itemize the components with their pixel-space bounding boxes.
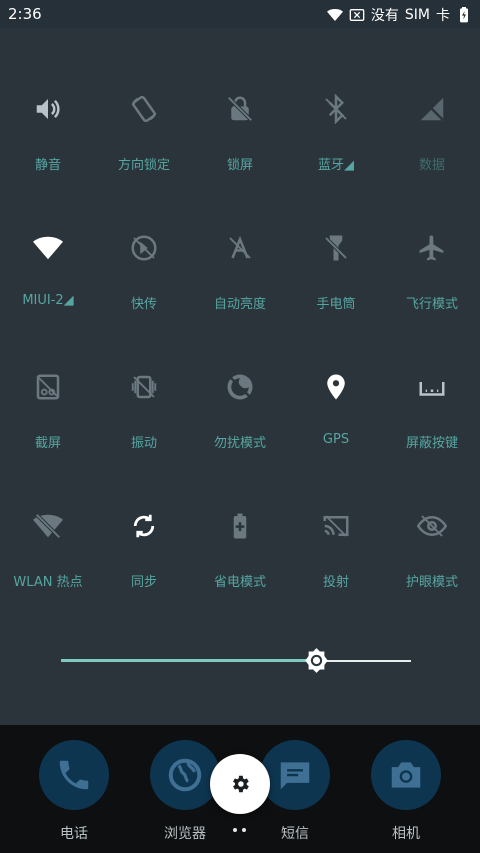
vibrate-icon bbox=[131, 375, 157, 399]
status-right: 没有 SIM 卡 bbox=[326, 5, 472, 25]
wifi-icon bbox=[33, 236, 63, 260]
tile-label: 勿扰模式 bbox=[213, 436, 266, 451]
tile-flashlight[interactable]: 手电筒 bbox=[288, 233, 384, 353]
battery-charging-icon bbox=[460, 7, 468, 23]
tile-quick-transfer[interactable]: 快传 bbox=[96, 233, 192, 353]
tile-label: 飞行模式 bbox=[405, 297, 458, 312]
tile-label: 振动 bbox=[130, 436, 157, 451]
tile-label: 快传 bbox=[130, 297, 157, 312]
volume-icon bbox=[36, 99, 60, 119]
bluetooth-icon bbox=[325, 94, 347, 124]
wifi-icon bbox=[326, 9, 343, 21]
tile-label: 自动亮度 bbox=[213, 297, 266, 312]
tile-label: 省电模式 bbox=[213, 575, 266, 590]
sim-x-icon bbox=[349, 9, 365, 21]
page-dot bbox=[233, 828, 237, 832]
lock-screen-icon bbox=[227, 96, 253, 122]
app-camera[interactable] bbox=[371, 740, 441, 810]
brightness-thumb-icon[interactable] bbox=[303, 647, 330, 674]
location-icon bbox=[327, 374, 345, 400]
app-label: 短信 bbox=[281, 826, 309, 842]
status-bar: 2:36 没有 SIM 卡 bbox=[0, 0, 480, 28]
app-browser[interactable] bbox=[150, 740, 220, 810]
tile-label: 护眼模式 bbox=[405, 575, 458, 590]
tile-mobile-data[interactable]: 数据 bbox=[384, 94, 480, 214]
status-sim-suffix: 卡 bbox=[436, 8, 450, 24]
brightness-slider-fill bbox=[61, 659, 317, 662]
tile-airplane[interactable]: 飞行模式 bbox=[384, 233, 480, 353]
cast-icon bbox=[323, 515, 349, 537]
tile-do-not-disturb[interactable]: 勿扰模式 bbox=[192, 372, 288, 492]
tile-vibrate[interactable]: 振动 bbox=[96, 372, 192, 492]
tile-label: 截屏 bbox=[34, 436, 61, 451]
settings-button[interactable] bbox=[210, 754, 270, 814]
battery-saver-icon bbox=[233, 513, 247, 539]
eye-care-icon bbox=[417, 515, 447, 537]
tile-cast[interactable]: 投射 bbox=[288, 511, 384, 631]
airplane-icon bbox=[419, 235, 444, 261]
status-time: 2:36 bbox=[8, 5, 42, 23]
browser-icon bbox=[168, 758, 202, 792]
block-keys-icon bbox=[419, 382, 445, 396]
rotate-lock-icon bbox=[131, 95, 157, 123]
tile-rotation-lock[interactable]: 方向锁定 bbox=[96, 94, 192, 214]
flashlight-icon bbox=[324, 235, 348, 261]
tile-mute[interactable]: 静音 bbox=[0, 94, 96, 214]
mobile-data-off-icon bbox=[420, 97, 445, 122]
tile-block-keys[interactable]: 屏蔽按键 bbox=[384, 372, 480, 492]
app-phone[interactable] bbox=[39, 740, 109, 810]
tile-label: WLAN 热点 bbox=[13, 575, 83, 590]
tile-gps[interactable]: GPS bbox=[288, 372, 384, 492]
auto-brightness-icon bbox=[229, 235, 251, 259]
tile-lock-screen[interactable]: 锁屏 bbox=[192, 94, 288, 214]
page-dot bbox=[242, 828, 246, 832]
sync-icon bbox=[133, 514, 155, 538]
do-not-disturb-icon bbox=[227, 374, 253, 400]
tile-label: GPS bbox=[322, 432, 350, 447]
tile-label: 手电筒 bbox=[316, 297, 356, 312]
app-label: 相机 bbox=[392, 826, 420, 842]
screenshot-icon bbox=[36, 374, 60, 400]
tile-label: 同步 bbox=[130, 575, 157, 590]
tile-sync[interactable]: 同步 bbox=[96, 511, 192, 631]
phone-icon bbox=[59, 760, 89, 790]
tile-label: 方向锁定 bbox=[117, 158, 170, 173]
tile-label: 锁屏 bbox=[226, 158, 253, 173]
status-no-service: 没有 bbox=[370, 8, 399, 24]
app-label: 电话 bbox=[60, 826, 88, 842]
hotspot-icon bbox=[33, 513, 63, 539]
tile-eye-care[interactable]: 护眼模式 bbox=[384, 511, 480, 631]
tile-wifi[interactable]: MIUI-2◢ bbox=[0, 233, 96, 353]
tile-label: 静音 bbox=[34, 158, 61, 173]
status-sim: SIM bbox=[404, 7, 430, 23]
app-messages[interactable] bbox=[260, 740, 330, 810]
quick-transfer-icon bbox=[131, 235, 157, 261]
app-label: 浏览器 bbox=[164, 826, 206, 842]
tile-label: 屏蔽按键 bbox=[405, 436, 458, 451]
tile-label: MIUI-2◢ bbox=[22, 293, 74, 308]
tile-label: 数据 bbox=[418, 158, 445, 173]
tile-label: 投射 bbox=[322, 575, 349, 590]
gear-icon bbox=[233, 775, 249, 793]
camera-icon bbox=[391, 762, 421, 788]
tile-auto-brightness[interactable]: 自动亮度 bbox=[192, 233, 288, 353]
tile-bluetooth[interactable]: 蓝牙◢ bbox=[288, 94, 384, 214]
tile-battery-saver[interactable]: 省电模式 bbox=[192, 511, 288, 631]
message-icon bbox=[280, 762, 310, 790]
tile-label: 蓝牙◢ bbox=[318, 158, 354, 173]
tile-hotspot[interactable]: WLAN 热点 bbox=[0, 511, 96, 631]
tile-screenshot[interactable]: 截屏 bbox=[0, 372, 96, 492]
page-indicator bbox=[233, 828, 246, 832]
